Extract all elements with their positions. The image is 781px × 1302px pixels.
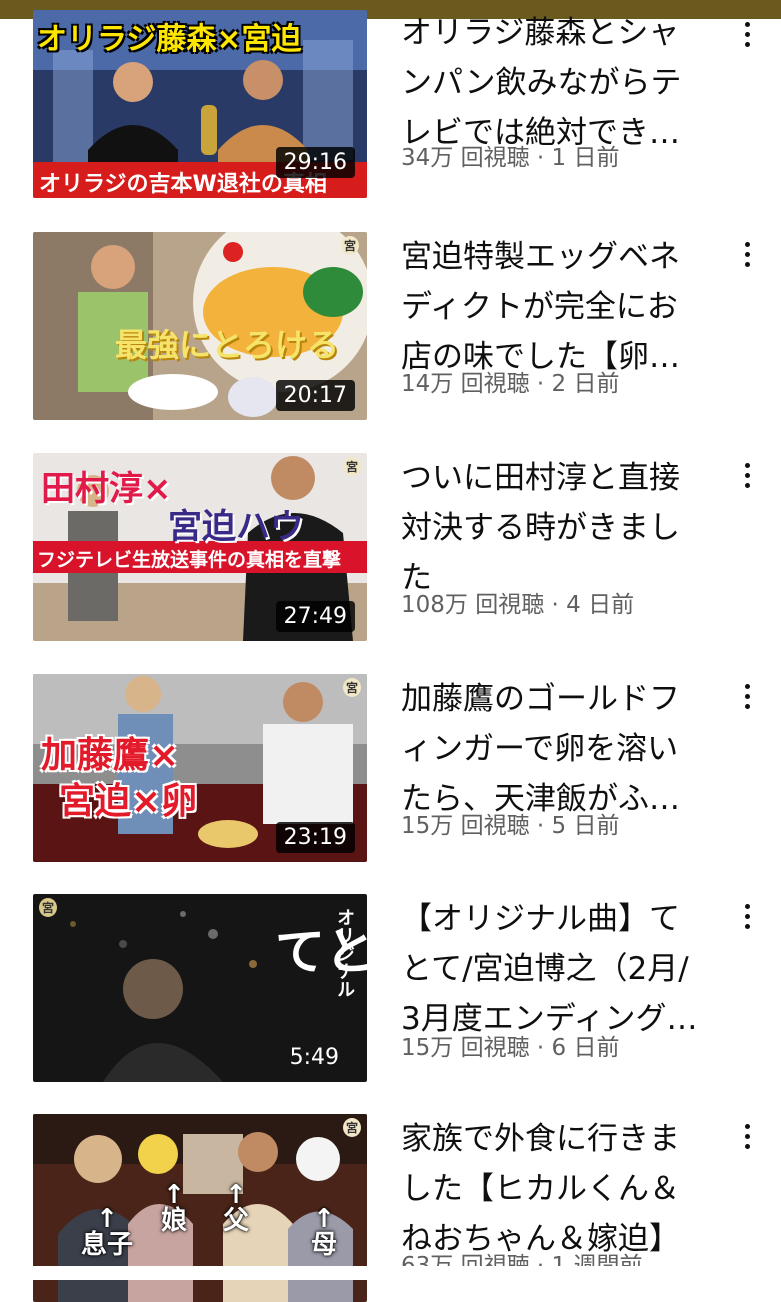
video-title[interactable]: 加藤鷹のゴールドフィンガーで卵を溶いたら、天津飯がふ… <box>401 674 706 824</box>
bottom-edge <box>0 1266 781 1280</box>
thumbnail-caption: 田村淳× <box>41 469 172 509</box>
video-title[interactable]: 宮迫特製エッグベネディクトが完全にお店の味でした【卵… <box>401 232 706 382</box>
upload-age: 2 日前 <box>551 371 620 397</box>
video-thumbnail[interactable]: 田村淳× 宮迫ハウ フジテレビ生放送事件の真相を直撃 宮 27:49 <box>33 453 367 641</box>
video-title[interactable]: ついに田村淳と直接対決する時がきました <box>401 453 706 603</box>
view-count: 34万 回視聴 <box>401 145 530 171</box>
more-vert-icon[interactable] <box>733 12 761 56</box>
upload-age: 5 日前 <box>551 813 620 839</box>
video-item[interactable]: 加藤鷹× 宮迫×卵 宮 23:19 加藤鷹のゴールドフィンガーで卵を溶いたら、天… <box>0 674 781 862</box>
view-count: 15万 回視聴 <box>401 813 530 839</box>
more-vert-icon[interactable] <box>733 894 761 938</box>
label-mother: ↑ 母 <box>311 1204 338 1260</box>
channel-badge: 宮 <box>341 236 360 255</box>
duration-badge: 29:16 <box>275 147 355 178</box>
more-vert-icon[interactable] <box>733 232 761 276</box>
video-meta: 108万 回視聴 · 4 日前 <box>401 585 721 619</box>
video-feed: オリラジ藤森×宮迫 オリラジの吉本W退社の真相 29:16 オリラジ藤森とシャン… <box>0 0 781 1302</box>
meta-separator: · <box>544 592 567 618</box>
thumbnail-caption: フジテレビ生放送事件の真相を直撃 <box>37 549 342 571</box>
view-count: 15万 回視聴 <box>401 1035 530 1061</box>
label-father: ↑ 父 <box>223 1180 250 1236</box>
upload-age: 1 日前 <box>551 145 620 171</box>
video-title[interactable]: オリラジ藤森とシャンパン飲みながらテレビでは絶対でき… <box>401 8 706 158</box>
video-title[interactable]: 【オリジナル曲】てとて/宮迫博之（2月/3月度エンディング… <box>401 894 706 1044</box>
view-count: 108万 回視聴 <box>401 592 545 618</box>
video-thumbnail[interactable]: 最強にとろける 宮 20:17 <box>33 232 367 420</box>
more-vert-icon[interactable] <box>733 453 761 497</box>
thumbnail-caption: 最強にとろける <box>115 326 340 364</box>
video-meta: 15万 回視聴 · 5 日前 <box>401 806 721 840</box>
meta-separator: · <box>529 371 552 397</box>
video-thumbnail[interactable]: てと オリジナル 宮 5:49 <box>33 894 367 1082</box>
channel-badge: 宮 <box>343 678 362 697</box>
view-count: 14万 回視聴 <box>401 371 530 397</box>
more-vert-icon[interactable] <box>733 674 761 718</box>
video-item[interactable]: 田村淳× 宮迫ハウ フジテレビ生放送事件の真相を直撃 宮 27:49 ついに田村… <box>0 453 781 641</box>
thumbnail-caption: オリジナル <box>334 908 355 998</box>
label-daughter: ↑ 娘 <box>161 1180 188 1236</box>
duration-badge: 5:49 <box>289 1045 339 1070</box>
duration-badge: 27:49 <box>275 601 355 632</box>
meta-separator: · <box>529 813 552 839</box>
video-item[interactable]: てと オリジナル 宮 5:49 【オリジナル曲】てとて/宮迫博之（2月/3月度エ… <box>0 894 781 1082</box>
thumbnail-caption: 宮迫×卵 <box>59 781 198 822</box>
video-thumbnail[interactable]: オリラジ藤森×宮迫 オリラジの吉本W退社の真相 29:16 <box>33 10 367 198</box>
video-meta: 34万 回視聴 · 1 日前 <box>401 138 721 172</box>
video-thumbnail[interactable]: 加藤鷹× 宮迫×卵 宮 23:19 <box>33 674 367 862</box>
channel-badge: 宮 <box>343 457 362 476</box>
thumbnail-caption: 加藤鷹× <box>41 735 180 776</box>
meta-separator: · <box>529 1035 552 1061</box>
channel-badge: 宮 <box>343 1118 362 1137</box>
meta-separator: · <box>529 145 552 171</box>
thumbnail-caption: オリラジ藤森×宮迫 <box>37 22 302 57</box>
upload-age: 4 日前 <box>566 592 635 618</box>
label-son: ↑ 息子 <box>81 1204 134 1260</box>
video-meta: 15万 回視聴 · 6 日前 <box>401 1028 721 1062</box>
video-item[interactable]: 最強にとろける 宮 20:17 宮迫特製エッグベネディクトが完全にお店の味でした… <box>0 232 781 420</box>
more-vert-icon[interactable] <box>733 1114 761 1158</box>
upload-age: 6 日前 <box>551 1035 620 1061</box>
video-meta: 14万 回視聴 · 2 日前 <box>401 364 721 398</box>
video-title[interactable]: 家族で外食に行きました【ヒカルくん＆ねおちゃん＆嫁迫】 <box>401 1114 706 1264</box>
duration-badge: 23:19 <box>275 822 355 853</box>
channel-badge: 宮 <box>39 898 58 917</box>
thumbnail-caption: 宮迫ハウ <box>168 507 304 547</box>
video-item[interactable]: オリラジ藤森×宮迫 オリラジの吉本W退社の真相 29:16 オリラジ藤森とシャン… <box>0 10 781 198</box>
duration-badge: 20:17 <box>275 380 355 411</box>
